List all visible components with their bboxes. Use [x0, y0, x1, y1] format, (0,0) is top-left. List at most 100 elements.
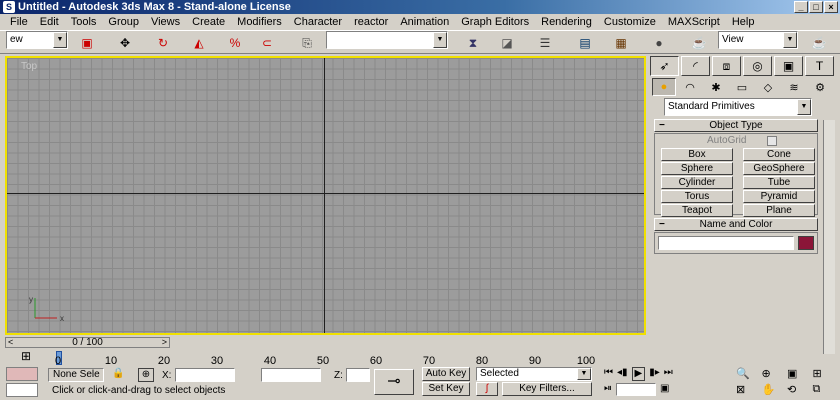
- teapot-button[interactable]: Teapot: [661, 204, 733, 217]
- select-scale-icon[interactable]: ◭: [188, 34, 210, 52]
- object-type-rollout-header[interactable]: − Object Type: [654, 119, 818, 132]
- key-filters-button[interactable]: Key Filters...: [502, 382, 592, 396]
- auto-key-button[interactable]: Auto Key: [422, 367, 470, 381]
- pyramid-button[interactable]: Pyramid: [743, 190, 815, 203]
- autogrid-checkbox[interactable]: [767, 136, 777, 146]
- layer-manager-icon[interactable]: ☰: [534, 34, 556, 52]
- x-coordinate-field[interactable]: [175, 368, 235, 382]
- command-panel-scrollbar[interactable]: [823, 120, 835, 354]
- menu-customize[interactable]: Customize: [598, 14, 662, 30]
- cone-button[interactable]: Cone: [743, 148, 815, 161]
- menu-animation[interactable]: Animation: [394, 14, 455, 30]
- plane-button[interactable]: Plane: [743, 204, 815, 217]
- space-warps-button[interactable]: ≋: [782, 78, 806, 96]
- geosphere-button[interactable]: GeoSphere: [743, 162, 815, 175]
- tab-hierarchy[interactable]: ⧈: [712, 56, 741, 76]
- quick-render-icon[interactable]: ☕: [808, 34, 830, 52]
- menu-views[interactable]: Views: [145, 14, 186, 30]
- menu-graph-editors[interactable]: Graph Editors: [455, 14, 535, 30]
- set-key-button[interactable]: Set Key: [422, 382, 470, 396]
- max-script-listener-white[interactable]: [6, 383, 38, 397]
- object-color-swatch[interactable]: [798, 236, 814, 250]
- select-rotate-icon[interactable]: ↻: [152, 34, 174, 52]
- named-selection-dropdown[interactable]: ▼: [326, 31, 448, 49]
- menu-tools[interactable]: Tools: [65, 14, 103, 30]
- lock-icon[interactable]: 🔒: [112, 368, 124, 379]
- default-tangents-button[interactable]: ∫: [476, 382, 498, 396]
- mini-curve-editor-icon[interactable]: ⊞: [14, 349, 38, 365]
- material-editor-icon[interactable]: ●: [648, 34, 670, 52]
- geometry-button[interactable]: ●: [652, 78, 676, 96]
- menu-character[interactable]: Character: [288, 14, 348, 30]
- zoom-all-icon[interactable]: ⊕: [762, 367, 786, 381]
- minimize-button[interactable]: _: [794, 1, 808, 13]
- sphere-button[interactable]: Sphere: [661, 162, 733, 175]
- tab-modify[interactable]: ◜: [681, 56, 710, 76]
- edit-named-selection-icon[interactable]: ⎘: [296, 34, 318, 52]
- reference-coordinate-dropdown[interactable]: View ▼: [718, 31, 798, 49]
- play-icon[interactable]: ▶: [631, 367, 646, 381]
- top-viewport[interactable]: Top y x: [5, 56, 646, 335]
- maximize-button[interactable]: □: [809, 1, 823, 13]
- mirror-icon[interactable]: ⧗: [462, 34, 484, 52]
- menu-help[interactable]: Help: [726, 14, 761, 30]
- previous-frame-icon[interactable]: ◂▮: [617, 367, 628, 381]
- set-key-large-button[interactable]: ⊸: [374, 369, 414, 395]
- select-move-icon[interactable]: ✥: [114, 34, 136, 52]
- app-icon[interactable]: S: [3, 1, 15, 13]
- tab-utilities[interactable]: T: [805, 56, 834, 76]
- percent-snap-icon[interactable]: %: [224, 34, 246, 52]
- shapes-button[interactable]: ◠: [678, 78, 702, 96]
- spinner-snap-icon[interactable]: ⊂: [256, 34, 278, 52]
- selection-filter-dropdown[interactable]: ew ▼: [6, 31, 68, 49]
- box-button[interactable]: Box: [661, 148, 733, 161]
- tab-display[interactable]: ▣: [774, 56, 803, 76]
- menu-modifiers[interactable]: Modifiers: [231, 14, 288, 30]
- zoom-extents-all-icon[interactable]: ⊞: [813, 367, 837, 381]
- align-icon[interactable]: ◪: [496, 34, 518, 52]
- prev-frame-icon[interactable]: <: [8, 338, 13, 347]
- time-slider[interactable]: < 0 / 100 >: [5, 337, 170, 348]
- viewport-label[interactable]: Top: [21, 61, 37, 72]
- zoom-icon[interactable]: 🔍: [736, 367, 760, 381]
- torus-button[interactable]: Torus: [661, 190, 733, 203]
- absolute-mode-icon[interactable]: ⊕: [138, 368, 154, 382]
- zoom-extents-icon[interactable]: ▣: [787, 367, 811, 381]
- menu-create[interactable]: Create: [186, 14, 231, 30]
- name-color-rollout-header[interactable]: − Name and Color: [654, 218, 818, 231]
- current-frame-field[interactable]: [616, 383, 656, 396]
- go-to-end-icon[interactable]: ⏭: [664, 367, 673, 381]
- max-script-listener-pink[interactable]: [6, 367, 38, 381]
- menu-reactor[interactable]: reactor: [348, 14, 394, 30]
- maximize-viewport-icon[interactable]: ⧉: [813, 383, 837, 397]
- menu-rendering[interactable]: Rendering: [535, 14, 598, 30]
- arc-rotate-icon[interactable]: ⟲: [787, 383, 811, 397]
- tab-create[interactable]: ➶: [650, 56, 679, 76]
- z-coordinate-field[interactable]: [346, 368, 370, 382]
- helpers-button[interactable]: ◇: [756, 78, 780, 96]
- key-mode-toggle-icon[interactable]: ⏯: [604, 383, 612, 397]
- schematic-view-icon[interactable]: ▦: [610, 34, 632, 52]
- cameras-button[interactable]: ▭: [730, 78, 754, 96]
- menu-file[interactable]: File: [6, 14, 34, 30]
- next-frame-icon[interactable]: ▮▸: [649, 367, 660, 381]
- key-mode-dropdown[interactable]: Selected ▼: [476, 367, 592, 381]
- curve-editor-icon[interactable]: ▤: [574, 34, 596, 52]
- category-dropdown[interactable]: Standard Primitives ▼: [664, 98, 812, 116]
- next-frame-icon[interactable]: >: [162, 338, 167, 347]
- cylinder-button[interactable]: Cylinder: [661, 176, 733, 189]
- tab-motion[interactable]: ◎: [743, 56, 772, 76]
- y-coordinate-field[interactable]: [261, 368, 321, 382]
- menu-group[interactable]: Group: [102, 14, 145, 30]
- go-to-start-icon[interactable]: ⏮: [604, 367, 613, 381]
- menu-maxscript[interactable]: MAXScript: [662, 14, 726, 30]
- region-zoom-icon[interactable]: ⊠: [736, 383, 760, 397]
- systems-button[interactable]: ⚙: [808, 78, 832, 96]
- select-object-icon[interactable]: ▣: [76, 34, 98, 52]
- tube-button[interactable]: Tube: [743, 176, 815, 189]
- close-button[interactable]: ×: [824, 1, 838, 13]
- menu-edit[interactable]: Edit: [34, 14, 65, 30]
- render-scene-icon[interactable]: ☕: [688, 34, 710, 52]
- time-configuration-icon[interactable]: ▣: [660, 383, 669, 397]
- pan-icon[interactable]: ✋: [762, 383, 786, 397]
